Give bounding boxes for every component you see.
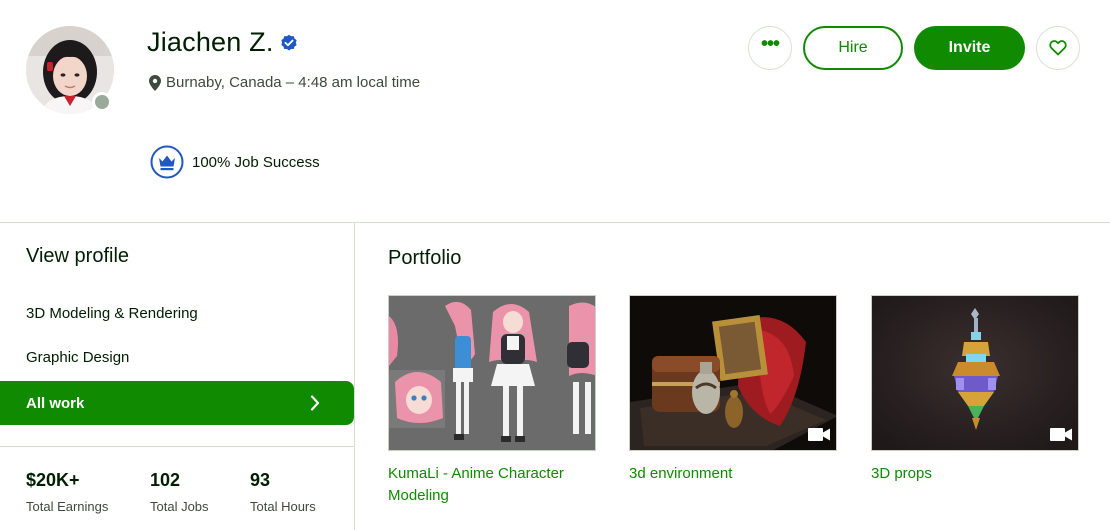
more-icon: ••• (760, 33, 780, 55)
portfolio-thumbnail[interactable] (629, 295, 837, 451)
portfolio-thumbnail[interactable] (388, 295, 596, 451)
portfolio-item[interactable]: 3D props (871, 295, 1079, 485)
section-divider (0, 222, 1110, 223)
profile-name: Jiachen Z. (147, 27, 274, 57)
invite-button[interactable]: Invite (914, 26, 1025, 70)
portfolio-thumbnail[interactable] (871, 295, 1079, 451)
online-status-dot (92, 92, 112, 112)
job-success-badge: 100% Job Success (150, 145, 320, 179)
video-icon (1050, 428, 1072, 441)
crown-badge-icon (150, 145, 184, 179)
stat-label: Total Jobs (150, 499, 209, 514)
profile-name-row: Jiachen Z. (147, 27, 298, 58)
stat-total-earnings: $20K+ Total Earnings (26, 470, 108, 514)
portfolio-item-title[interactable]: KumaLi - Anime Character Modeling (388, 463, 596, 507)
more-options-button[interactable]: ••• (748, 26, 792, 70)
stat-label: Total Earnings (26, 499, 109, 514)
job-success-text: 100% Job Success (192, 153, 320, 171)
sidebar-divider (0, 446, 354, 447)
portfolio-item[interactable]: KumaLi - Anime Character Modeling (388, 295, 596, 507)
portfolio-item-title[interactable]: 3D props (871, 463, 1079, 485)
verified-badge-icon (280, 34, 297, 50)
location-pin-icon (149, 74, 161, 91)
hire-button[interactable]: Hire (803, 26, 903, 70)
sidebar-item-all-work[interactable]: All work (0, 381, 354, 425)
view-profile-heading: View profile (26, 245, 130, 267)
portfolio-heading: Portfolio (388, 247, 462, 269)
column-divider (354, 222, 355, 530)
portfolio-item[interactable]: 3d environment (629, 295, 837, 485)
stat-value: 93 (250, 470, 271, 490)
video-icon (808, 428, 830, 441)
stat-value: $20K+ (26, 470, 80, 490)
sidebar-item-label: All work (26, 394, 85, 412)
stat-value: 102 (150, 470, 181, 490)
sidebar-item-3d-modeling[interactable]: 3D Modeling & Rendering (26, 305, 198, 322)
stat-label: Total Hours (250, 499, 316, 514)
heart-icon (1049, 40, 1067, 56)
stat-total-jobs: 102 Total Jobs (150, 470, 209, 514)
stat-total-hours: 93 Total Hours (250, 470, 316, 514)
sidebar-item-graphic-design[interactable]: Graphic Design (26, 349, 129, 366)
location-row: Burnaby, Canada – 4:48 am local time (149, 74, 420, 91)
location-text: Burnaby, Canada – 4:48 am local time (166, 74, 421, 91)
chevron-right-icon (310, 395, 320, 411)
portfolio-item-title[interactable]: 3d environment (629, 463, 837, 485)
avatar (26, 26, 114, 114)
save-favorite-button[interactable] (1036, 26, 1080, 70)
